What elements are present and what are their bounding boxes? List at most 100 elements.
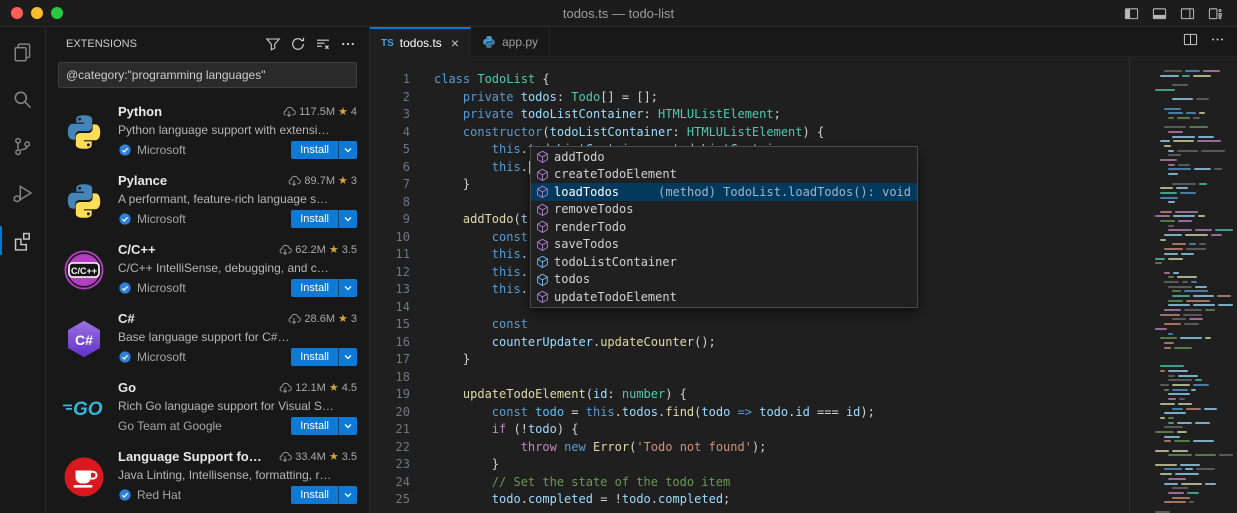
extension-description: Base language support for C#… [118, 330, 357, 344]
suggestion-item[interactable]: renderTodo [531, 218, 917, 236]
code-line[interactable]: 16 counterUpdater.updateCounter(); [370, 334, 1130, 352]
download-count: 28.6M [304, 313, 335, 325]
extension-row[interactable]: GOGo12.1M★4.5Rich Go language support fo… [46, 373, 369, 442]
code-text: this. [434, 264, 528, 282]
refresh-icon[interactable] [287, 33, 309, 55]
install-button[interactable]: Install [291, 348, 338, 366]
code-text: this. [434, 281, 528, 299]
extension-search-box[interactable] [58, 62, 357, 88]
line-number: 12 [370, 264, 410, 282]
install-button[interactable]: Install [291, 486, 338, 504]
tab-app.py[interactable]: app.py [471, 27, 550, 56]
rating-value: 3.5 [342, 451, 357, 463]
code-line[interactable]: 24 // Set the state of the todo item [370, 474, 1130, 492]
install-dropdown-button[interactable] [338, 279, 357, 297]
toggle-primary-sidebar-icon[interactable] [1124, 6, 1139, 21]
chevron-down-icon [343, 214, 353, 224]
extension-stats: 89.7M★3 [281, 174, 357, 188]
code-line[interactable]: 4 constructor(todoListContainer: HTMLULi… [370, 124, 1130, 142]
install-dropdown-button[interactable] [338, 417, 357, 435]
extension-row[interactable]: Language Support fo…33.4M★3.5Java Lintin… [46, 442, 369, 511]
suggestion-item[interactable]: saveTodos [531, 236, 917, 254]
code-line[interactable]: 25 todo.completed = !todo.completed; [370, 491, 1130, 509]
install-button[interactable]: Install [291, 210, 338, 228]
extension-row[interactable]: C/C++C/C++62.2M★3.5C/C++ IntelliSense, d… [46, 235, 369, 304]
code-line[interactable]: 23 } [370, 456, 1130, 474]
minimize-window-button[interactable] [31, 7, 43, 19]
tab-todos.ts[interactable]: TStodos.ts× [370, 27, 471, 57]
close-window-button[interactable] [11, 7, 23, 19]
line-number: 13 [370, 281, 410, 299]
publisher-name: Red Hat [137, 488, 181, 502]
editor-actions [1183, 27, 1237, 56]
activity-bar-item-extensions[interactable] [0, 217, 45, 264]
install-button[interactable]: Install [291, 279, 338, 297]
line-number: 24 [370, 474, 410, 492]
suggestion-item[interactable]: loadTodos(method) TodoList.loadTodos(): … [531, 183, 917, 201]
suggestion-item[interactable]: todoListContainer [531, 253, 917, 271]
activity-bar-item-source-control[interactable] [0, 123, 45, 170]
code-line[interactable]: 3 private todoListContainer: HTMLUListEl… [370, 106, 1130, 124]
suggestion-item[interactable]: updateTodoElement [531, 288, 917, 306]
suggestion-item[interactable]: addTodo [531, 148, 917, 166]
line-number: 9 [370, 211, 410, 229]
code-line[interactable]: 15 const [370, 316, 1130, 334]
activity-bar-item-explorer[interactable] [0, 29, 45, 76]
verified-publisher-icon [118, 212, 132, 226]
install-dropdown-button[interactable] [338, 348, 357, 366]
chevron-down-icon [343, 352, 353, 362]
install-dropdown-button[interactable] [338, 486, 357, 504]
download-count-icon [278, 243, 292, 257]
window-title: todos.ts — todo-list [0, 6, 1237, 21]
code-text: updateTodoElement(id: number) { [434, 386, 687, 404]
extension-row[interactable]: Pylance89.7M★3A performant, feature-rich… [46, 166, 369, 235]
tab-label: todos.ts [400, 36, 442, 50]
extension-name: C/C++ [118, 242, 156, 257]
suggestion-item[interactable]: createTodoElement [531, 166, 917, 184]
extension-stats: 28.6M★3 [281, 312, 357, 326]
activity-bar-item-search[interactable] [0, 76, 45, 123]
download-count: 33.4M [295, 451, 326, 463]
more-actions-icon[interactable] [337, 33, 359, 55]
toggle-secondary-sidebar-icon[interactable] [1180, 6, 1195, 21]
source-control-icon [12, 136, 33, 157]
more-actions-icon[interactable] [1210, 32, 1225, 52]
code-line[interactable]: 17 } [370, 351, 1130, 369]
install-button[interactable]: Install [291, 141, 338, 159]
sidebar-header: EXTENSIONS [46, 27, 369, 61]
symbol-field-icon [534, 271, 550, 287]
toggle-panel-icon[interactable] [1152, 6, 1167, 21]
install-dropdown-button[interactable] [338, 141, 357, 159]
code-line[interactable]: 21 if (!todo) { [370, 421, 1130, 439]
clear-extension-search-icon[interactable] [312, 33, 334, 55]
zoom-window-button[interactable] [51, 7, 63, 19]
extension-row[interactable]: Python117.5M★4Python language support wi… [46, 97, 369, 166]
line-number: 14 [370, 299, 410, 317]
split-editor-icon[interactable] [1183, 32, 1198, 52]
filter-icon[interactable] [262, 33, 284, 55]
install-split-button: Install [291, 348, 357, 366]
activity-bar [0, 27, 46, 513]
code-line[interactable]: 2 private todos: Todo[] = []; [370, 89, 1130, 107]
suggestion-item[interactable]: removeTodos [531, 201, 917, 219]
activity-bar-item-run-debug[interactable] [0, 170, 45, 217]
star-icon: ★ [338, 105, 348, 118]
code-line[interactable]: 1class TodoList { [370, 71, 1130, 89]
extension-description: Java Linting, Intellisense, formatting, … [118, 468, 357, 482]
code-line[interactable]: 19 updateTodoElement(id: number) { [370, 386, 1130, 404]
code-line[interactable]: 22 throw new Error('Todo not found'); [370, 439, 1130, 457]
install-dropdown-button[interactable] [338, 210, 357, 228]
customize-layout-icon[interactable] [1208, 6, 1223, 21]
extension-name: C# [118, 311, 135, 326]
sidebar-actions [262, 33, 359, 55]
code-line[interactable]: 20 const todo = this.todos.find(todo => … [370, 404, 1130, 422]
install-button[interactable]: Install [291, 417, 338, 435]
extension-search-input[interactable] [66, 68, 349, 82]
extension-row[interactable]: C#C#28.6M★3Base language support for C#…… [46, 304, 369, 373]
line-number: 23 [370, 456, 410, 474]
code-line[interactable]: 18 [370, 369, 1130, 387]
close-icon[interactable]: × [451, 36, 459, 50]
suggestion-item[interactable]: todos [531, 271, 917, 289]
install-split-button: Install [291, 279, 357, 297]
minimap[interactable] [1145, 57, 1237, 513]
